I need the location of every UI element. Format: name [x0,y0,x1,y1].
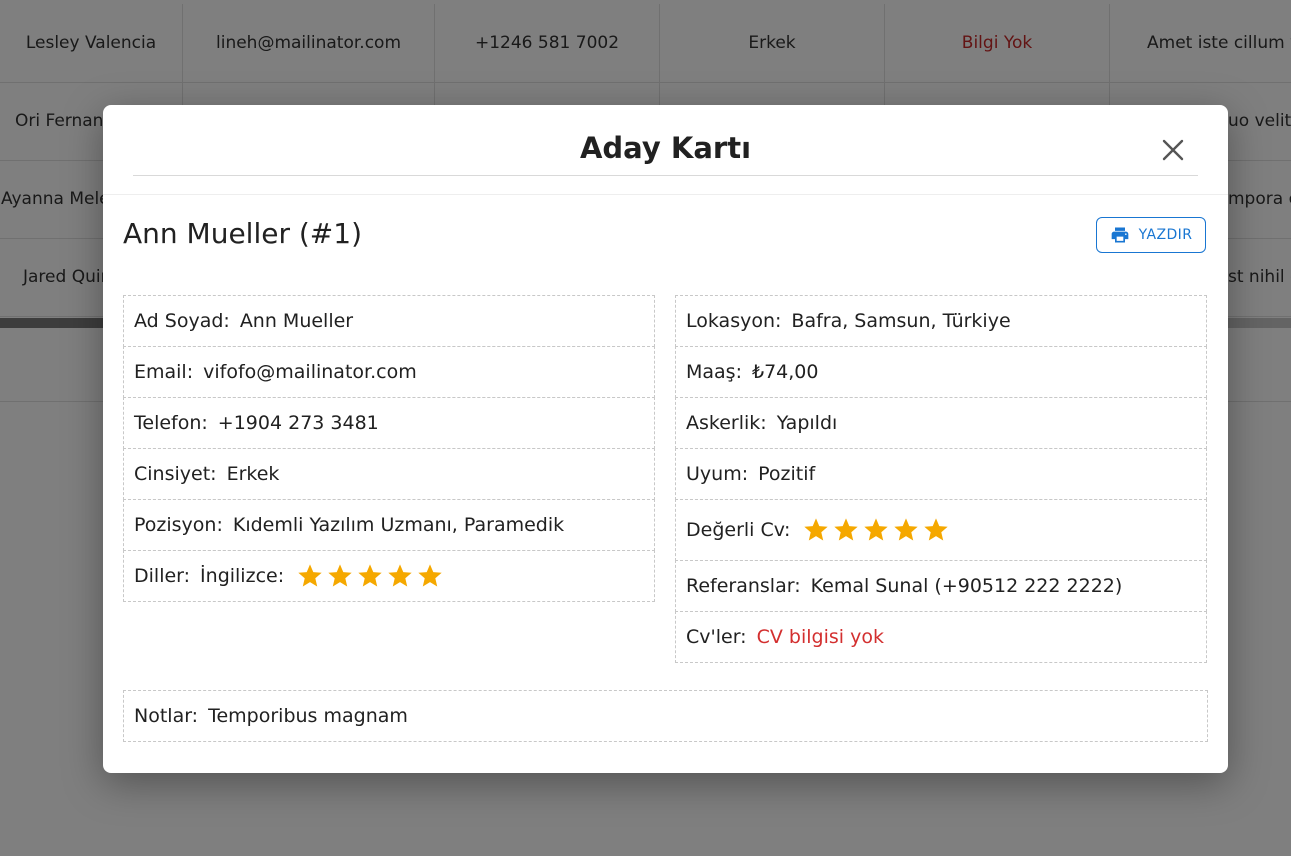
close-icon [1162,139,1184,161]
print-button[interactable]: YAZDIR [1096,217,1206,253]
field-value: Erkek [226,463,280,485]
field-label: Referanslar: [686,575,801,597]
modal-header: Aday Kartı [133,105,1198,176]
print-button-label: YAZDIR [1138,227,1193,243]
field-gender: Cinsiyet: Erkek [123,448,655,500]
field-value: Kemal Sunal (+90512 222 2222) [810,575,1123,597]
field-label: Değerli Cv: [686,519,791,541]
field-label: Askerlik: [686,412,767,434]
field-label: Pozisyon: [134,514,223,536]
star-icon [328,564,352,587]
field-value: Yapıldı [776,412,838,434]
field-label: Maaş: [686,361,742,383]
field-phone: Telefon: +1904 273 3481 [123,397,655,449]
field-value: +1904 273 3481 [217,412,379,434]
field-valuable-cv: Değerli Cv: [675,499,1207,561]
field-value: Ann Mueller [239,310,354,332]
candidate-heading: Ann Mueller (#1) [123,217,362,250]
candidate-info-left: Ad Soyad: Ann Mueller Email: vifofo@mail… [123,295,655,602]
field-military-service: Askerlik: Yapıldı [675,397,1207,449]
field-value: Pozitif [758,463,816,485]
field-position: Pozisyon: Kıdemli Yazılım Uzmanı, Parame… [123,499,655,551]
field-value: ₺74,00 [751,361,819,383]
candidate-info-right: Lokasyon: Bafra, Samsun, Türkiye Maaş: ₺… [675,295,1207,663]
valuable-cv-rating [802,516,950,544]
field-value: Temporibus magnam [208,705,408,727]
star-icon [388,564,412,587]
header-divider [103,194,1228,195]
no-cv-warning: CV bilgisi yok [756,626,884,648]
field-compliance: Uyum: Pozitif [675,448,1207,500]
field-location: Lokasyon: Bafra, Samsun, Türkiye [675,295,1207,347]
field-cvs: Cv'ler: CV bilgisi yok [675,611,1207,663]
field-value: Kıdemli Yazılım Uzmanı, Paramedik [232,514,565,536]
star-icon [298,564,322,587]
star-icon [864,518,889,541]
star-icon [804,518,829,541]
field-label: Telefon: [134,412,208,434]
field-salary: Maaş: ₺74,00 [675,346,1207,398]
printer-icon [1111,227,1128,243]
close-button[interactable] [1158,135,1188,165]
field-languages: Diller: İngilizce: [123,550,655,602]
field-label: Ad Soyad: [134,310,230,332]
field-label: Cv'ler: [686,626,747,648]
star-icon [358,564,382,587]
modal-title: Aday Kartı [579,131,752,165]
field-label: Notlar: [134,705,199,727]
field-label: Lokasyon: [686,310,782,332]
field-value: Bafra, Samsun, Türkiye [791,310,1011,332]
field-email: Email: vifofo@mailinator.com [123,346,655,398]
field-full-name: Ad Soyad: Ann Mueller [123,295,655,347]
star-icon [418,564,442,587]
star-icon [894,518,919,541]
field-label: Uyum: [686,463,749,485]
field-value: vifofo@mailinator.com [203,361,417,383]
language-rating [296,562,444,590]
field-label: Diller: [134,565,191,587]
star-icon [924,518,949,541]
star-icon [834,518,859,541]
language-name: İngilizce: [200,565,285,587]
field-label: Cinsiyet: [134,463,217,485]
candidate-card-modal: Aday Kartı Ann Mueller (#1) YAZDIR Ad So… [103,105,1228,773]
field-notes: Notlar: Temporibus magnam [123,690,1208,742]
field-references: Referanslar: Kemal Sunal (+90512 222 222… [675,560,1207,612]
field-label: Email: [134,361,194,383]
